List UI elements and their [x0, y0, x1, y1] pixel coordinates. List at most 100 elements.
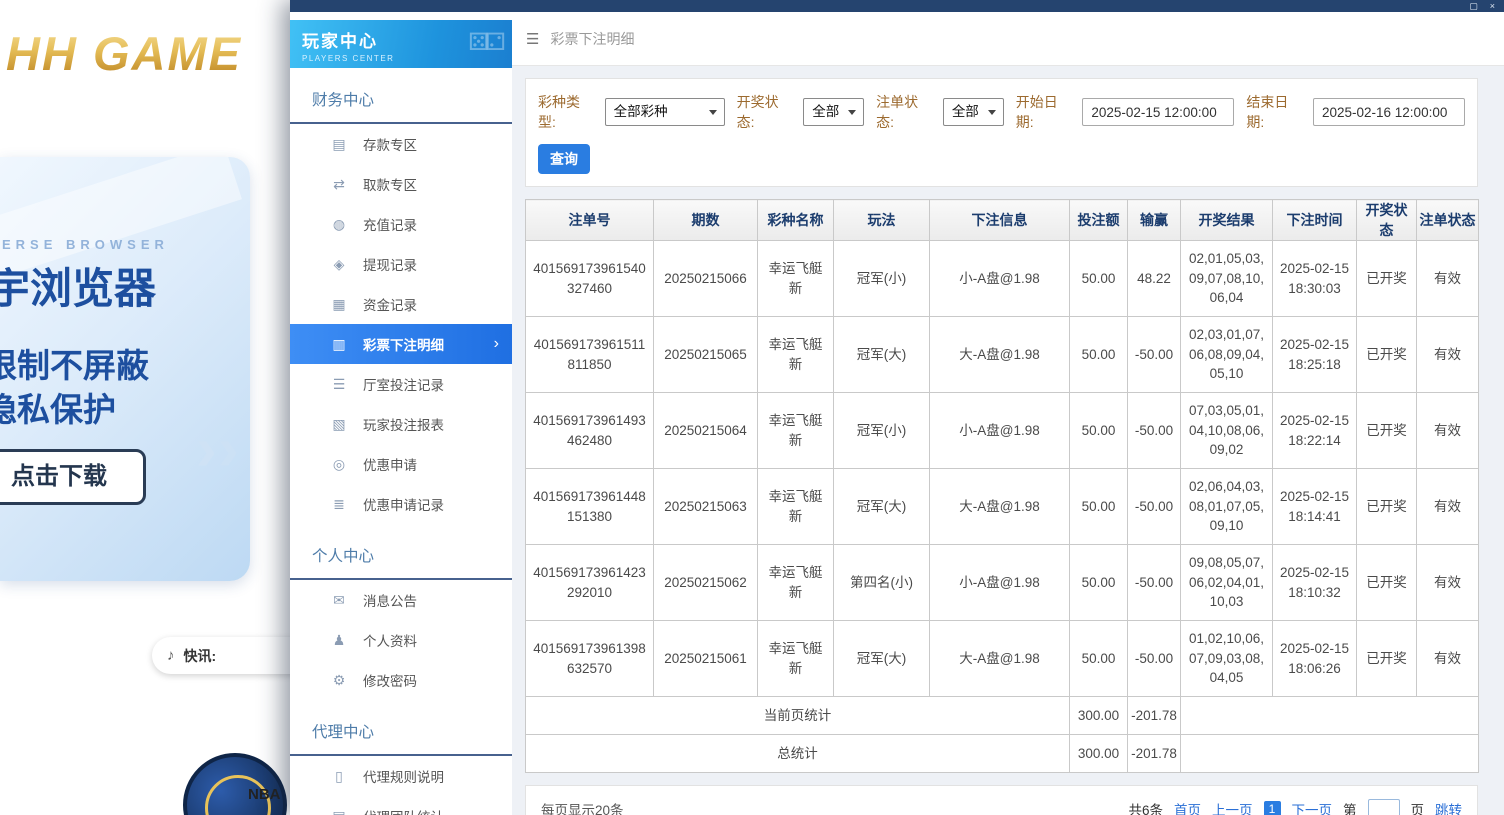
- lottery-type-select[interactable]: 全部彩种: [605, 98, 725, 126]
- table-cell: -50.00: [1128, 621, 1181, 697]
- chevron-right-icon: ›: [494, 335, 499, 353]
- sidebar-item-label: 修改密码: [363, 670, 417, 690]
- chevron-right-icon: ›: [196, 419, 217, 481]
- sidebar-item-label: 优惠申请记录: [363, 494, 444, 514]
- page-stats-win-total: -201.78: [1128, 697, 1181, 735]
- draw-status-select[interactable]: 全部: [803, 98, 864, 126]
- sidebar-item-profile-person[interactable]: ♟个人资料: [290, 620, 512, 660]
- first-page-link[interactable]: 首页: [1174, 799, 1201, 815]
- table-cell: 大-A盘@1.98: [930, 317, 1070, 393]
- table-cell: 02,01,05,03,09,07,08,10,06,04: [1181, 241, 1273, 317]
- table-cell: 09,08,05,07,06,02,04,01,10,03: [1181, 545, 1273, 621]
- table-cell: 50.00: [1070, 545, 1128, 621]
- table-cell: 已开奖: [1357, 317, 1417, 393]
- sidebar-item-label: 提现记录: [363, 254, 417, 274]
- next-page-link[interactable]: 下一页: [1292, 799, 1333, 815]
- lottery-bet-detail-icon: ▥: [330, 336, 348, 353]
- table-cell: 20250215061: [654, 621, 758, 697]
- table-cell: 401569173961540327460: [526, 241, 654, 317]
- download-button[interactable]: 点击下载: [0, 449, 146, 505]
- table-row: 40156917396144815138020250215063幸运飞艇新冠军(…: [526, 469, 1479, 545]
- sidebar-item-message-bell[interactable]: ✉消息公告: [290, 580, 512, 620]
- table-cell: 幸运飞艇新: [758, 241, 834, 317]
- player-bet-report-icon: ▧: [330, 416, 348, 433]
- window-titlebar: ▢ ×: [290, 0, 1504, 12]
- table-cell: -50.00: [1128, 393, 1181, 469]
- column-header: 下注信息: [930, 200, 1070, 241]
- menu-icon[interactable]: ☰: [526, 30, 539, 48]
- table-cell: -50.00: [1128, 469, 1181, 545]
- table-cell: 小-A盘@1.98: [930, 545, 1070, 621]
- start-date-input[interactable]: [1082, 98, 1234, 126]
- sidebar-item-label: 优惠申请: [363, 454, 417, 474]
- table-cell: 幸运飞艇新: [758, 393, 834, 469]
- sidebar-item-withdraw[interactable]: ⇄取款专区: [290, 164, 512, 204]
- sidebar-item-recharge-record[interactable]: ◍充值记录: [290, 204, 512, 244]
- sidebar-item-agent-team-stats[interactable]: ▤代理团队统计: [290, 796, 512, 815]
- sidebar-item-deposit[interactable]: ▤存款专区: [290, 124, 512, 164]
- sidebar-item-promo-apply[interactable]: ◎优惠申请: [290, 444, 512, 484]
- sidebar-item-cashout-record[interactable]: ◈ 提现记录: [290, 244, 512, 284]
- sidebar-item-label: 彩票下注明细: [363, 334, 444, 354]
- table-cell: 小-A盘@1.98: [930, 241, 1070, 317]
- order-status-select[interactable]: 全部: [943, 98, 1004, 126]
- sidebar-item-label: 取款专区: [363, 174, 417, 194]
- table-cell: 2025-02-15 18:14:41: [1273, 469, 1357, 545]
- grand-stats-label: 总统计: [526, 735, 1070, 773]
- table-cell: 冠军(大): [834, 469, 930, 545]
- column-header: 注单状态: [1417, 200, 1479, 241]
- column-header: 输赢: [1128, 200, 1181, 241]
- page-stats-label: 当前页统计: [526, 697, 1070, 735]
- query-button[interactable]: 查询: [538, 144, 590, 174]
- column-header: 投注额: [1070, 200, 1128, 241]
- jump-button[interactable]: 跳转: [1435, 799, 1462, 815]
- sidebar-item-agent-rules-doc[interactable]: ▯代理规则说明: [290, 756, 512, 796]
- table-cell: 50.00: [1070, 469, 1128, 545]
- table-cell: 401569173961493462480: [526, 393, 654, 469]
- speaker-icon: ♪: [167, 647, 175, 664]
- news-item-text: NBA: [248, 786, 281, 803]
- content-area: 彩种类型: 全部彩种 开奖状态: 全部 注单状态: 全部 开始日期: 结束日期:…: [512, 66, 1504, 815]
- page-title: 彩票下注明细: [550, 29, 634, 49]
- sidebar-item-label: 厅室投注记录: [363, 374, 444, 394]
- column-header: 彩种名称: [758, 200, 834, 241]
- jump-suffix-label: 页: [1411, 799, 1425, 815]
- grand-stats-empty: [1181, 735, 1479, 773]
- sidebar-item-hall-bet-record[interactable]: ☰厅室投注记录: [290, 364, 512, 404]
- sidebar-section-title: 财务中心: [290, 82, 512, 124]
- table-cell: 50.00: [1070, 621, 1128, 697]
- sidebar-item-promo-apply-record[interactable]: ≣优惠申请记录: [290, 484, 512, 524]
- close-icon[interactable]: ×: [1490, 2, 1495, 11]
- sidebar-item-password-gear[interactable]: ⚙修改密码: [290, 660, 512, 700]
- table-cell: 20250215063: [654, 469, 758, 545]
- table-cell: 50.00: [1070, 317, 1128, 393]
- table-cell: -50.00: [1128, 317, 1181, 393]
- table-cell: 48.22: [1128, 241, 1181, 317]
- table-cell: 2025-02-15 18:25:18: [1273, 317, 1357, 393]
- sidebar-item-lottery-bet-detail[interactable]: ▥ 彩票下注明细 ›: [290, 324, 512, 364]
- table-cell: 已开奖: [1357, 393, 1417, 469]
- end-date-input[interactable]: [1313, 98, 1465, 126]
- cashout-record-icon: ◈: [330, 256, 348, 273]
- table-cell: 401569173961423292010: [526, 545, 654, 621]
- page-jump-input[interactable]: [1368, 799, 1400, 815]
- table-cell: 2025-02-15 18:22:14: [1273, 393, 1357, 469]
- prev-page-link[interactable]: 上一页: [1212, 799, 1253, 815]
- content-topbar: ☰ 彩票下注明细: [512, 12, 1504, 66]
- table-cell: 已开奖: [1357, 241, 1417, 317]
- table-cell: 幸运飞艇新: [758, 469, 834, 545]
- table-cell: 幸运飞艇新: [758, 621, 834, 697]
- filter-panel: 彩种类型: 全部彩种 开奖状态: 全部 注单状态: 全部 开始日期: 结束日期:…: [525, 78, 1478, 187]
- sidebar-item-funds-record[interactable]: ▦资金记录: [290, 284, 512, 324]
- sidebar-item-player-bet-report[interactable]: ▧玩家投注报表: [290, 404, 512, 444]
- deposit-icon: ▤: [330, 136, 348, 153]
- sidebar-item-label: 代理规则说明: [363, 766, 444, 786]
- start-date-label: 开始日期:: [1016, 92, 1076, 132]
- table-cell: 07,03,05,01,04,10,08,06,09,02: [1181, 393, 1273, 469]
- page-size-text: 每页显示20条: [541, 799, 624, 815]
- agent-team-stats-icon: ▤: [330, 808, 348, 815]
- sidebar: 玩家中心 PLAYERS CENTER ⚄⚁ 财务中心▤存款专区⇄取款专区◍充值…: [290, 12, 512, 815]
- order-status-label: 注单状态:: [876, 92, 936, 132]
- maximize-icon[interactable]: ▢: [1469, 2, 1478, 11]
- current-page-badge[interactable]: 1: [1264, 801, 1281, 815]
